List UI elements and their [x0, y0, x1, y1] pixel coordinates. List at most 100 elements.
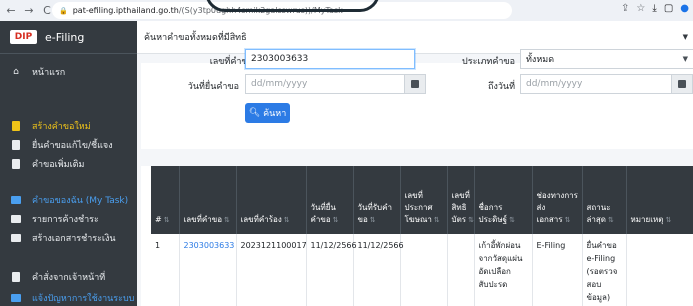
sidebar-item-label: หน้าแรก	[32, 68, 66, 78]
column-header[interactable]: วันที่รับคำขอ ⇅	[353, 166, 401, 234]
sort-icon: ⇅	[564, 216, 571, 224]
sort-icon: ⇅	[665, 216, 672, 224]
home-icon: ⌂	[13, 67, 19, 77]
sort-icon: ⇅	[509, 216, 515, 224]
main-content: ค้นหาคำขอทั้งหมดที่มีสิทธิ ▼ เลขที่คำขอ …	[137, 21, 693, 306]
sidebar-item-home[interactable]: ⌂ หน้าแรก	[11, 65, 65, 79]
share-icon[interactable]: ⇪	[621, 3, 629, 14]
results-table-container: # ⇅ เลขที่คำขอ ⇅ เลขที่คำร้อง ⇅ วันที่ยื่นค…	[141, 166, 693, 306]
column-header[interactable]: # ⇅	[151, 166, 180, 234]
brand[interactable]: DIP e-Filing	[0, 21, 137, 54]
folder-icon	[11, 195, 21, 205]
sort-icon: ⇅	[607, 216, 614, 224]
calendar-icon	[678, 80, 686, 88]
search-button[interactable]: 🔍︎ ค้นหา	[245, 103, 290, 123]
status-text: ยื่นคำขอ e-Filing (รอตรวจสอบข้อมูล)	[582, 234, 627, 306]
request-no-input[interactable]: 2303003633	[245, 49, 415, 69]
column-header[interactable]: เลขที่สิทธิบัตร ⇅	[447, 166, 475, 234]
url-host: pat-efiling.ipthailand.go.th	[72, 6, 179, 15]
folder-icon	[11, 293, 21, 303]
brand-title: e-Filing	[45, 30, 85, 44]
publication-no	[400, 234, 448, 306]
table-header-row: # ⇅ เลขที่คำขอ ⇅ เลขที่คำร้อง ⇅ วันที่ยื่นค…	[151, 166, 693, 234]
sidebar-item-report-issue[interactable]: แจ้งปัญหาการใช้งานระบบ	[11, 291, 134, 305]
sidebar-item-label: ยื่นคำขอแก้ไข/ชี้แจง	[32, 141, 113, 151]
calendar-button[interactable]	[671, 74, 693, 94]
column-header[interactable]: ชื่อการประดิษฐ์ ⇅	[474, 166, 533, 234]
lock-icon: 🔒	[59, 6, 68, 15]
download-icon[interactable]: ⤓	[652, 3, 656, 14]
card-icon	[11, 214, 21, 224]
search-panel: เลขที่คำขอ 2303003633 ประเภทคำขอ ทั้งหมด…	[141, 49, 693, 149]
sort-icon: ⇅	[468, 216, 474, 224]
window-icon[interactable]: ▢	[664, 3, 673, 14]
sidebar-item-label: คำขอของฉัน (My Task)	[32, 196, 129, 206]
sidebar-item-new-request[interactable]: สร้างคำขอใหม่	[11, 119, 91, 133]
request-type-label: ประเภทคำขอ	[462, 57, 515, 67]
browser-toolbar: ← → C 🔒 pat-efiling.ipthailand.go.th /(S…	[0, 0, 693, 21]
date-from-label: วันที่ยื่นคำขอ	[187, 82, 239, 92]
sidebar-item-officer-orders[interactable]: คำสั่งจากเจ้าหน้าที่	[11, 270, 105, 284]
back-icon[interactable]: ←	[4, 4, 18, 17]
table-row: 1 2303003633 2023121100017 11/12/2566 11…	[151, 234, 693, 306]
document-icon	[11, 159, 21, 169]
url-path: /(S(y3tp0ughh4smik2galsswrus))/MyTask	[178, 6, 343, 15]
calendar-button[interactable]	[404, 74, 426, 94]
sidebar-item-label: สร้างเอกสารชำระเงิน	[32, 234, 116, 244]
submission-channel: E-Filing	[532, 234, 583, 306]
request-no-link[interactable]: 2303003633	[179, 234, 237, 306]
search-icon: 🔍︎	[248, 108, 261, 118]
page-title: ค้นหาคำขอทั้งหมดที่มีสิทธิ	[144, 33, 247, 43]
column-header[interactable]: เลขที่คำขอ ⇅	[179, 166, 237, 234]
sidebar-item-label: แจ้งปัญหาการใช้งานระบบ	[32, 294, 135, 304]
sidebar-item-outstanding-payments[interactable]: รายการค้างชำระ	[11, 212, 99, 226]
sidebar-item-amend-request[interactable]: ยื่นคำขอแก้ไข/ชี้แจง	[11, 138, 113, 152]
sort-icon: ⇅	[283, 216, 290, 224]
column-header[interactable]: สถานะล่าสุด ⇅	[582, 166, 627, 234]
row-number: 1	[151, 234, 180, 306]
request-no-label: เลขที่คำขอ	[209, 57, 253, 67]
address-bar[interactable]: 🔒 pat-efiling.ipthailand.go.th /(S(y3tp0…	[52, 2, 512, 19]
date-to-input[interactable]: dd/mm/yyyy	[520, 74, 672, 94]
invention-title: เก้าอี้พักผ่อนจากวัสดุแผ่นอัดเปลือกสับปะ…	[474, 234, 533, 306]
search-button-label: ค้นหา	[263, 109, 287, 119]
chevron-down-icon: ▼	[682, 55, 688, 63]
remark	[626, 234, 693, 306]
sidebar-item-my-task[interactable]: คำขอของฉัน (My Task)	[11, 193, 128, 207]
sidebar-item-label: สร้างคำขอใหม่	[32, 122, 91, 132]
sidebar-item-label: รายการค้างชำระ	[32, 215, 99, 225]
patent-no	[447, 234, 475, 306]
sort-icon: ⇅	[369, 216, 376, 224]
sort-icon: ⇅	[163, 216, 170, 224]
forward-icon[interactable]: →	[22, 4, 36, 17]
date-from-input[interactable]: dd/mm/yyyy	[245, 74, 405, 94]
request-type-value: ทั้งหมด	[526, 55, 555, 65]
column-header[interactable]: เลขที่ประกาศโฆษณา ⇅	[400, 166, 448, 234]
column-header[interactable]: หมายเหตุ ⇅	[626, 166, 693, 234]
chevron-down-icon[interactable]: ▼	[683, 33, 688, 41]
request-type-select[interactable]: ทั้งหมด ▼	[520, 49, 693, 69]
dip-logo: DIP	[10, 30, 37, 44]
sidebar-item-label: คำสั่งจากเจ้าหน้าที่	[32, 273, 106, 283]
document-icon	[11, 121, 21, 131]
column-header[interactable]: ช่องทางการส่งเอกสาร ⇅	[532, 166, 583, 234]
star-icon[interactable]: ☆	[636, 3, 645, 14]
profile-icon[interactable]: ●	[680, 3, 689, 14]
petition-no: 2023121100017	[236, 234, 307, 306]
sidebar-item-label: คำขอเพิ่มเติม	[32, 160, 85, 170]
sort-icon: ⇅	[224, 216, 230, 224]
results-table: # ⇅ เลขที่คำขอ ⇅ เลขที่คำร้อง ⇅ วันที่ยื่นค…	[151, 166, 693, 306]
sidebar: DIP e-Filing ⌂ หน้าแรก สร้างคำขอใหม่ ยื่…	[0, 21, 137, 306]
sort-icon: ⇅	[433, 216, 440, 224]
sidebar-item-additional-request[interactable]: คำขอเพิ่มเติม	[11, 157, 84, 171]
sort-icon: ⇅	[332, 216, 339, 224]
document-icon	[11, 272, 21, 282]
document-icon	[11, 140, 21, 150]
sidebar-item-create-payment[interactable]: สร้างเอกสารชำระเงิน	[11, 231, 116, 245]
filing-date: 11/12/2566	[306, 234, 357, 306]
column-header[interactable]: วันที่ยื่นคำขอ ⇅	[306, 166, 354, 234]
receipt-date: 11/12/2566	[353, 234, 404, 306]
card-icon	[11, 233, 21, 243]
column-header[interactable]: เลขที่คำร้อง ⇅	[236, 166, 307, 234]
calendar-icon	[411, 80, 419, 88]
